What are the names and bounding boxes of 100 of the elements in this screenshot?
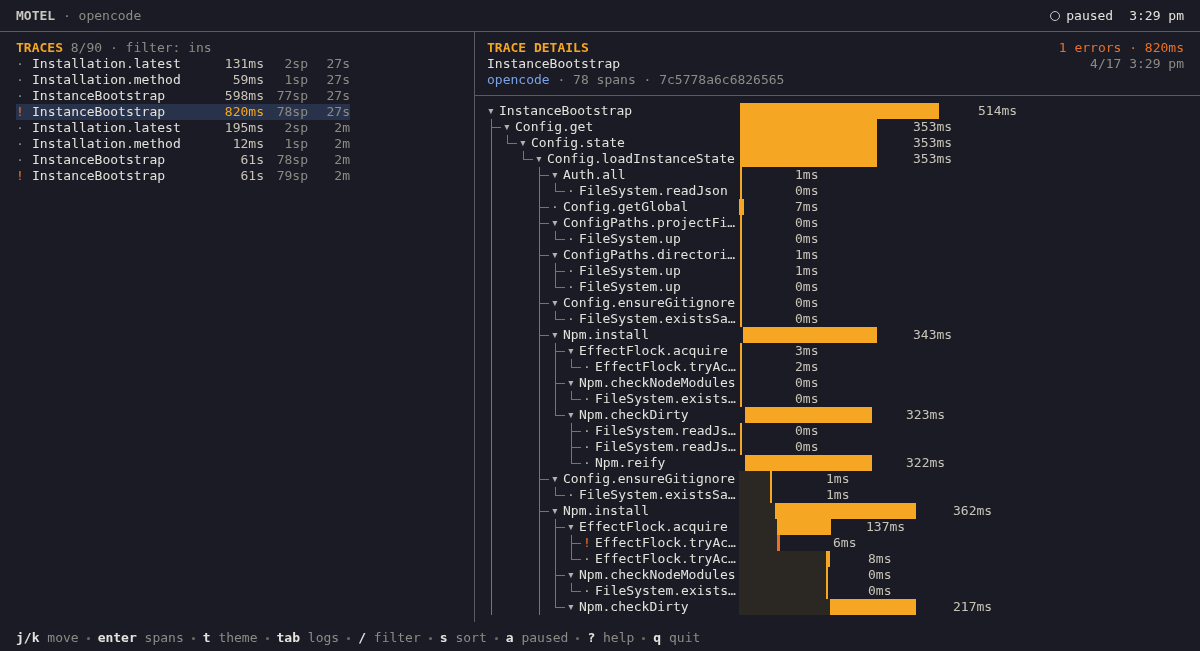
- separator-dot: [494, 637, 498, 640]
- span-name[interactable]: Config.get: [515, 119, 594, 135]
- tree-guide-line: [539, 311, 540, 327]
- span-name[interactable]: Npm.checkDirty: [579, 599, 689, 615]
- shortcut-label: filter: [373, 630, 421, 645]
- span-name[interactable]: Config.state: [531, 135, 625, 151]
- span-duration: 514ms: [978, 103, 1018, 119]
- span-marker: ▾: [567, 407, 576, 423]
- span-name[interactable]: Npm.checkNodeModules: [579, 375, 736, 391]
- tree-connector: [555, 231, 565, 240]
- tree-connector: [555, 487, 565, 496]
- span-duration: 0ms: [795, 439, 819, 455]
- separator-dot: [86, 637, 90, 640]
- panel-title: TRACE DETAILS: [487, 40, 589, 56]
- span-name[interactable]: FileSystem.existsSa…: [579, 487, 736, 503]
- span-count: 2sp: [283, 120, 308, 136]
- shortcut-key: enter: [97, 630, 137, 645]
- span-name[interactable]: InstanceBootstrap: [499, 103, 633, 119]
- separator-dot: [347, 637, 351, 640]
- trace-row[interactable]: · Installation.method 12ms 1sp 2m: [16, 136, 350, 152]
- span-marker: ▾: [551, 503, 560, 519]
- span-duration: 1ms: [795, 167, 819, 183]
- span-name[interactable]: Npm.reify: [595, 455, 666, 471]
- trace-row[interactable]: · Installation.latest 195ms 2sp 2m: [16, 120, 350, 136]
- span-marker: ▾: [567, 567, 576, 583]
- span-marker: ▾: [551, 247, 560, 263]
- span-name[interactable]: Config.ensureGitignore: [563, 471, 736, 487]
- shortcut-label: help: [603, 630, 635, 645]
- span-marker: ·: [551, 199, 560, 215]
- span-duration: 2ms: [795, 359, 819, 375]
- panel-title: TRACES: [16, 40, 63, 55]
- app-context: · opencode: [62, 7, 142, 23]
- span-name[interactable]: Npm.install: [563, 503, 650, 519]
- span-name[interactable]: EffectFlock.tryAc…: [595, 551, 736, 567]
- span-name[interactable]: Npm.install: [563, 327, 650, 343]
- span-duration: 0ms: [795, 279, 819, 295]
- span-marker: ·: [567, 487, 576, 503]
- span-duration: 0ms: [795, 375, 819, 391]
- span-name[interactable]: EffectFlock.tryAc…: [595, 359, 736, 375]
- tree-connector: [555, 343, 565, 359]
- span-name[interactable]: EffectFlock.acquire: [579, 519, 728, 535]
- span-marker: ▾: [551, 295, 560, 311]
- span-name[interactable]: EffectFlock.tryAc…: [595, 535, 736, 551]
- span-count: 77sp: [275, 88, 308, 104]
- span-count: 2sp: [283, 56, 308, 72]
- span-duration: 0ms: [795, 231, 819, 247]
- span-name[interactable]: Config.getGlobal: [563, 199, 689, 215]
- trace-name: Installation.method: [32, 136, 182, 152]
- span-name[interactable]: EffectFlock.acquire: [579, 343, 728, 359]
- span-name[interactable]: FileSystem.up: [579, 279, 681, 295]
- span-marker: ·: [567, 311, 576, 327]
- tree-connector: [507, 135, 517, 144]
- shortcut-key: q: [653, 630, 662, 645]
- span-name[interactable]: FileSystem.up: [579, 231, 681, 247]
- tree-guide-line: [555, 359, 556, 375]
- trace-row[interactable]: ! InstanceBootstrap 61s 79sp 2m: [16, 168, 350, 184]
- span-marker: ▾: [551, 327, 560, 343]
- tree-connector: [571, 359, 581, 368]
- tree-connector: [555, 567, 565, 583]
- span-duration: 0ms: [795, 423, 819, 439]
- span-name[interactable]: Npm.checkNodeModules: [579, 567, 736, 583]
- trace-duration: 61s: [239, 168, 264, 184]
- span-name[interactable]: ConfigPaths.directori…: [563, 247, 736, 263]
- span-duration: 343ms: [913, 327, 953, 343]
- trace-row[interactable]: · InstanceBootstrap 598ms 77sp 27s: [16, 88, 350, 104]
- span-name[interactable]: FileSystem.readJs…: [595, 423, 736, 439]
- span-name[interactable]: FileSystem.readJs…: [595, 439, 736, 455]
- error-marker: !: [583, 535, 592, 551]
- trace-row[interactable]: ! InstanceBootstrap 820ms 78sp 27s: [16, 104, 350, 120]
- span-name[interactable]: FileSystem.exists…: [595, 583, 736, 599]
- span-marker: ▾: [503, 119, 512, 135]
- trace-age: 27s: [325, 88, 350, 104]
- tree-connector: [571, 391, 581, 400]
- span-duration: 323ms: [906, 407, 946, 423]
- span-name[interactable]: Config.loadInstanceState: [547, 151, 735, 167]
- span-marker: ▾: [567, 519, 576, 535]
- span-name[interactable]: Npm.checkDirty: [579, 407, 689, 423]
- shortcut-key: ?: [587, 630, 596, 645]
- span-duration: 7ms: [795, 199, 819, 215]
- trace-row[interactable]: · InstanceBootstrap 61s 78sp 2m: [16, 152, 350, 168]
- trace-marker: ·: [16, 136, 25, 152]
- span-name[interactable]: FileSystem.readJson: [579, 183, 728, 199]
- span-duration: 1ms: [795, 247, 819, 263]
- span-marker: ·: [583, 439, 592, 455]
- span-name[interactable]: Auth.all: [563, 167, 626, 183]
- shortcut-key: s: [439, 630, 448, 645]
- trace-duration: 131ms: [223, 56, 264, 72]
- span-name[interactable]: FileSystem.existsSa…: [579, 311, 736, 327]
- trace-age: 2m: [333, 120, 350, 136]
- span-marker: ▾: [551, 471, 560, 487]
- span-name[interactable]: FileSystem.up: [579, 263, 681, 279]
- trace-name: InstanceBootstrap: [32, 152, 167, 168]
- trace-name: Installation.latest: [32, 56, 182, 72]
- span-name[interactable]: ConfigPaths.projectFi…: [563, 215, 736, 231]
- span-duration: 0ms: [795, 311, 819, 327]
- span-marker: ·: [583, 391, 592, 407]
- span-name[interactable]: Config.ensureGitignore: [563, 295, 736, 311]
- span-name[interactable]: FileSystem.exists…: [595, 391, 736, 407]
- trace-row[interactable]: · Installation.method 59ms 1sp 27s: [16, 72, 350, 88]
- trace-row[interactable]: · Installation.latest 131ms 2sp 27s: [16, 56, 350, 72]
